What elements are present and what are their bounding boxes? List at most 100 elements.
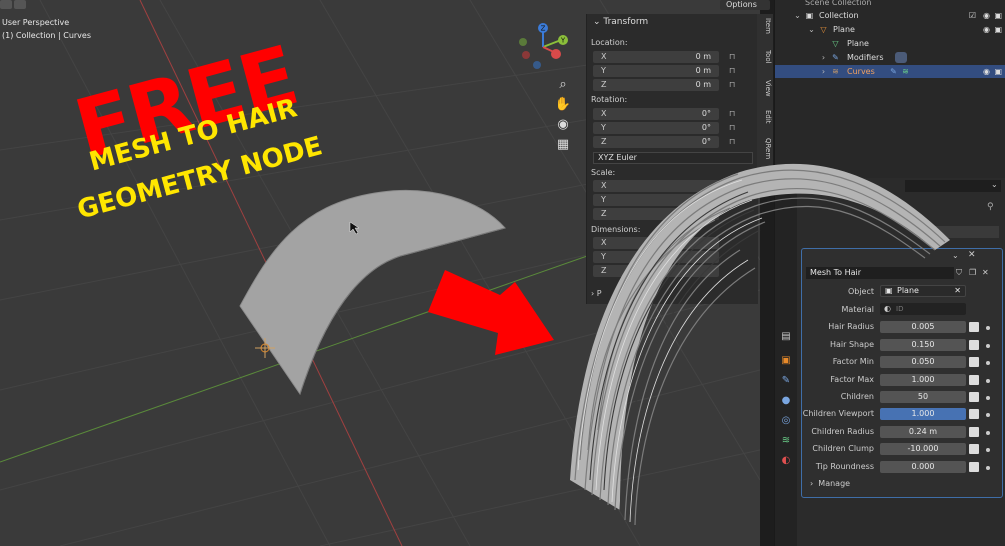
view-header-buttons[interactable]	[0, 0, 28, 9]
close-icon[interactable]: ✕	[968, 250, 976, 260]
object-tab-icon[interactable]: ▣	[779, 354, 793, 368]
material-label: Material	[841, 305, 875, 314]
keyframe-dot-icon[interactable]	[986, 396, 990, 400]
constraints-tab-icon[interactable]: ◎	[779, 414, 793, 428]
node-socket-icon[interactable]	[969, 340, 979, 350]
add-modifier-button[interactable]	[925, 226, 999, 238]
object-field[interactable]: ▣ Plane ✕	[880, 285, 966, 297]
scale-y-field[interactable]: Y	[593, 194, 719, 206]
outliner-curves-row[interactable]: › ≋ Curves ✎ ≋ ◉ ▣	[775, 65, 1005, 78]
tip-roundness-field[interactable]: 0.000	[880, 461, 966, 473]
grid-ortho-icon[interactable]: ▦	[554, 136, 572, 154]
manage-subpanel-header[interactable]: › Manage	[810, 479, 850, 488]
keyframe-dot-icon[interactable]	[986, 379, 990, 383]
node-socket-icon[interactable]	[969, 462, 979, 472]
scale-x-field[interactable]: X	[593, 180, 719, 192]
children-clump-field[interactable]: -10.000	[880, 443, 966, 455]
modifier-name-field[interactable]: Mesh To Hair	[806, 267, 954, 279]
data-tab-icon[interactable]: ≋	[779, 434, 793, 448]
lock-icon[interactable]: ⊓	[729, 80, 739, 90]
node-socket-icon[interactable]	[969, 375, 979, 385]
physics-tab-icon[interactable]: ●	[779, 394, 793, 408]
close-icon[interactable]: ✕	[982, 268, 989, 277]
chevron-down-icon[interactable]: ⌄	[793, 11, 802, 20]
node-socket-icon[interactable]	[969, 322, 979, 332]
tab-qremesher[interactable]: QRem	[758, 138, 772, 159]
node-socket-icon[interactable]	[969, 427, 979, 437]
material-field[interactable]: ◐ ID	[880, 303, 966, 315]
camera-icon[interactable]: ▣	[994, 65, 1002, 78]
rotation-mode-dropdown[interactable]: XYZ Euler	[593, 152, 753, 164]
options-dropdown[interactable]: Options	[720, 0, 770, 10]
node-socket-icon[interactable]	[969, 409, 979, 419]
node-socket-icon[interactable]	[969, 357, 979, 367]
rotation-y-field[interactable]: Y 0°	[593, 122, 719, 134]
lock-icon[interactable]: ⊓	[729, 123, 739, 133]
scale-z-field[interactable]: Z	[593, 208, 719, 220]
eye-icon[interactable]: ◉	[983, 9, 990, 22]
tab-edit[interactable]: Edit	[758, 110, 772, 124]
children-viewport-field[interactable]: 1.000	[880, 408, 966, 420]
lock-icon[interactable]: ⊓	[729, 66, 739, 76]
navigation-gizmo[interactable]: Z Y	[516, 20, 570, 74]
children-field[interactable]: 50	[880, 391, 966, 403]
chevron-down-icon[interactable]: ⌄	[991, 180, 998, 189]
checkbox-icon[interactable]: ☑	[969, 9, 976, 22]
location-x-field[interactable]: X0 m	[593, 51, 719, 63]
lock-icon[interactable]: ⊓	[729, 137, 739, 147]
tab-view[interactable]: View	[758, 80, 772, 97]
zoom-icon[interactable]: ⌕	[554, 76, 572, 94]
eye-icon[interactable]: ◉	[983, 65, 990, 78]
transform-header[interactable]: ⌄ Transform	[587, 14, 759, 31]
modifier-tab-icon[interactable]: ✎	[779, 374, 793, 388]
keyframe-dot-icon[interactable]	[986, 448, 990, 452]
close-icon[interactable]: ✕	[954, 286, 961, 296]
factor-min-field[interactable]: 0.050	[880, 356, 966, 368]
pin-icon[interactable]: ⚲	[987, 202, 994, 212]
shield-icon[interactable]: ⛉	[956, 268, 962, 278]
hand-pan-icon[interactable]: ✋	[554, 96, 572, 114]
children-radius-field[interactable]: 0.24 m	[880, 426, 966, 438]
keyframe-dot-icon[interactable]	[986, 326, 990, 330]
outliner-plane-mesh-row[interactable]: ▽ Plane	[775, 37, 1005, 50]
keyframe-dot-icon[interactable]	[986, 413, 990, 417]
tab-item[interactable]: Item	[758, 18, 772, 34]
outliner-scene-collection[interactable]: Scene Collection	[775, 0, 1005, 9]
outliner-collection-row[interactable]: ⌄ ▣ Collection ☑ ◉ ▣	[775, 9, 1005, 22]
properties-tabs: ▤ ▣ ✎ ● ◎ ≋ ◐	[775, 178, 797, 546]
location-z-field[interactable]: Z0 m	[593, 79, 719, 91]
chevron-right-icon[interactable]: ›	[819, 53, 828, 62]
lock-icon[interactable]: ⊓	[729, 52, 739, 62]
chevron-down-icon[interactable]: ⌄	[952, 251, 959, 260]
material-tab-icon[interactable]: ◐	[779, 454, 793, 468]
properties-search-field[interactable]	[905, 180, 1001, 192]
chevron-down-icon[interactable]: ⌄	[807, 25, 816, 34]
outliner-plane-object-row[interactable]: ⌄ ▽ Plane ◉ ▣	[775, 23, 1005, 36]
copy-icon[interactable]: ❐	[969, 268, 976, 277]
dimensions-z-field[interactable]: Z	[593, 265, 719, 277]
dimensions-x-field[interactable]: X	[593, 237, 719, 249]
outliner-modifiers-row[interactable]: › ✎ Modifiers	[775, 51, 1005, 64]
keyframe-dot-icon[interactable]	[986, 361, 990, 365]
hair-radius-field[interactable]: 0.005	[880, 321, 966, 333]
render-tab-icon[interactable]: ▤	[779, 330, 793, 344]
chevron-right-icon[interactable]: ›	[819, 67, 828, 76]
location-y-field[interactable]: Y0 m	[593, 65, 719, 77]
lock-icon[interactable]: ⊓	[729, 109, 739, 119]
rotation-x-field[interactable]: X 0°	[593, 108, 719, 120]
keyframe-dot-icon[interactable]	[986, 466, 990, 470]
node-socket-icon[interactable]	[969, 444, 979, 454]
hair-shape-field[interactable]: 0.150	[880, 339, 966, 351]
camera-view-icon[interactable]: ◉	[554, 116, 572, 134]
properties-subpanel-header[interactable]: › P	[591, 289, 602, 298]
node-socket-icon[interactable]	[969, 392, 979, 402]
dimensions-y-field[interactable]: Y	[593, 251, 719, 263]
eye-icon[interactable]: ◉	[983, 23, 990, 36]
tab-tool[interactable]: Tool	[758, 50, 772, 64]
keyframe-dot-icon[interactable]	[986, 344, 990, 348]
camera-icon[interactable]: ▣	[994, 9, 1002, 22]
factor-max-field[interactable]: 1.000	[880, 374, 966, 386]
rotation-z-field[interactable]: Z 0°	[593, 136, 719, 148]
camera-icon[interactable]: ▣	[994, 23, 1002, 36]
keyframe-dot-icon[interactable]	[986, 431, 990, 435]
